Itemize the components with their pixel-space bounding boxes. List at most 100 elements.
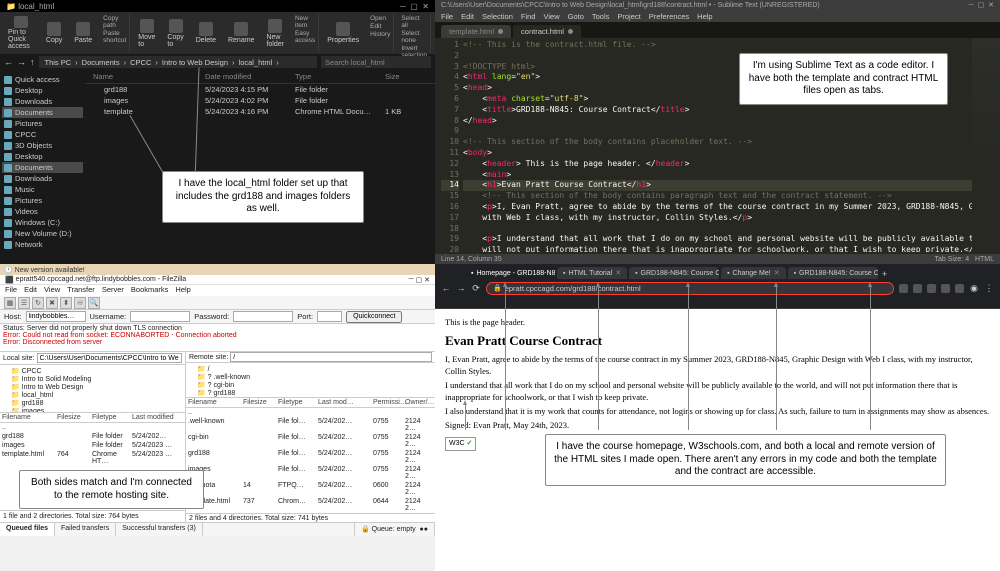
maximize-button[interactable]: ▢ <box>416 276 423 284</box>
column-size[interactable]: Size <box>385 72 425 81</box>
tab-size[interactable]: Tab Size: 4 <box>934 256 969 263</box>
sidebar-item[interactable]: New Volume (D:) <box>2 228 83 239</box>
local-tree[interactable]: 📁 CPCC📁 Intro to Solid Modeling📁 Intro t… <box>0 365 185 413</box>
menu-button[interactable]: ⋮ <box>984 283 994 293</box>
browser-tab[interactable]: ▪GRD188-N845: Course Co…✕ <box>788 267 878 279</box>
tree-item[interactable]: 📁 CPCC <box>3 367 182 375</box>
column-header[interactable]: Filetype <box>276 398 316 407</box>
extension-icon[interactable] <box>955 284 964 293</box>
extension-icon[interactable] <box>927 284 936 293</box>
breadcrumb-item[interactable]: Intro to Web Design <box>160 58 230 67</box>
menu-item[interactable]: View <box>543 12 559 21</box>
tree-item[interactable]: 📁 grd188 <box>3 399 182 407</box>
browser-tab[interactable]: ▪HTML Tutorial✕ <box>557 267 627 279</box>
properties-button[interactable]: Properties <box>323 14 363 52</box>
w3c-validator-badge[interactable]: W3C ✓ <box>445 437 476 451</box>
minimize-button[interactable]: ─ <box>400 2 406 11</box>
address-bar[interactable]: 🔒epratt.cpccagd.com/grd188/contract.html <box>486 282 894 295</box>
queue-tab[interactable]: Successful transfers (3) <box>116 523 203 536</box>
column-header[interactable]: Filesize <box>55 413 90 422</box>
menu-item[interactable]: Help <box>697 12 712 21</box>
sidebar-item[interactable]: Network <box>2 239 83 250</box>
editor-tab[interactable]: contract.html <box>513 25 581 38</box>
new-tab-button[interactable]: + <box>880 269 890 279</box>
sidebar-item[interactable]: Documents <box>2 107 83 118</box>
history-button[interactable]: History <box>370 31 390 38</box>
sidebar-item[interactable]: CPCC <box>2 129 83 140</box>
column-name[interactable]: Name <box>85 72 205 81</box>
menu-item[interactable]: Server <box>102 285 124 296</box>
delete-button[interactable]: Delete <box>192 14 220 52</box>
file-row[interactable]: .. <box>0 423 185 432</box>
file-row[interactable]: .. <box>186 408 435 417</box>
menu-item[interactable]: Project <box>617 12 640 21</box>
file-row[interactable]: cgi-binFile fol…5/24/202…07552124 2… <box>186 433 435 449</box>
forward-button[interactable]: → <box>17 57 26 67</box>
column-header[interactable]: Owner/… <box>403 398 435 407</box>
file-row[interactable]: .well-knownFile fol…5/24/202…07552124 2… <box>186 417 435 433</box>
column-header[interactable]: Last modified <box>130 413 185 422</box>
sidebar-item[interactable]: Quick access <box>2 74 83 85</box>
menu-item[interactable]: View <box>44 285 60 296</box>
toolbar-button[interactable]: ☰ <box>18 297 30 309</box>
file-row[interactable]: template5/24/2023 4:16 PMChrome HTML Doc… <box>85 106 435 117</box>
toolbar-button[interactable]: ⬍ <box>60 297 72 309</box>
host-input[interactable] <box>26 311 86 322</box>
queue-tab[interactable]: Queued files <box>0 523 55 536</box>
extension-icon[interactable] <box>913 284 922 293</box>
minimap[interactable] <box>972 38 1000 254</box>
menu-item[interactable]: Edit <box>24 285 37 296</box>
breadcrumb-item[interactable]: Documents <box>80 58 122 67</box>
sidebar-item[interactable]: Downloads <box>2 96 83 107</box>
column-header[interactable]: Filename <box>186 398 241 407</box>
menu-item[interactable]: Preferences <box>649 12 689 21</box>
copy-path-button[interactable]: Copy path <box>103 15 126 29</box>
close-tab-icon[interactable] <box>568 29 573 34</box>
column-header[interactable]: Filename <box>0 413 55 422</box>
maximize-button[interactable]: ▢ <box>410 2 418 11</box>
column-header[interactable]: Last mod… <box>316 398 371 407</box>
column-date[interactable]: Date modified <box>205 72 295 81</box>
paste-shortcut-button[interactable]: Paste shortcut <box>103 30 126 44</box>
site-manager-button[interactable]: ▦ <box>4 297 16 309</box>
close-tab-icon[interactable]: ✕ <box>615 269 621 277</box>
forward-button[interactable]: → <box>456 283 466 293</box>
tree-item[interactable]: 📁 Intro to Solid Modeling <box>3 375 182 383</box>
sidebar-item[interactable]: Desktop <box>2 151 83 162</box>
breadcrumb-item[interactable]: This PC <box>43 58 74 67</box>
sidebar-item[interactable]: Documents <box>2 162 83 173</box>
quickconnect-button[interactable]: Quickconnect <box>346 311 402 323</box>
sidebar-item[interactable]: Videos <box>2 206 83 217</box>
menu-item[interactable]: Bookmarks <box>131 285 169 296</box>
move-to-button[interactable]: Move to <box>134 14 159 52</box>
copy-button[interactable]: Copy <box>42 14 66 52</box>
browser-tab[interactable]: ▪Change Me!✕ <box>721 267 786 279</box>
rename-button[interactable]: Rename <box>224 14 258 52</box>
sidebar-item[interactable]: Pictures <box>2 195 83 206</box>
minimize-button[interactable]: ─ <box>969 2 974 9</box>
close-tab-icon[interactable]: ✕ <box>774 269 780 277</box>
minimize-button[interactable]: ─ <box>409 276 414 283</box>
edit-button[interactable]: Edit <box>370 23 390 30</box>
password-input[interactable] <box>233 311 293 322</box>
column-header[interactable]: Permissi… <box>371 398 403 407</box>
sidebar-item[interactable]: Downloads <box>2 173 83 184</box>
file-row[interactable]: .ftpquota14FTPQ…5/24/202…06002124 2… <box>186 481 435 497</box>
column-header[interactable]: Filesize <box>241 398 276 407</box>
remote-site-input[interactable] <box>230 352 432 362</box>
editor-tab[interactable]: template.html <box>441 25 511 38</box>
browser-tab[interactable]: ▪GRD188-N845: Course Co…✕ <box>629 267 719 279</box>
sidebar-item[interactable]: Windows (C:) <box>2 217 83 228</box>
remote-file-list[interactable]: FilenameFilesizeFiletypeLast mod…Permiss… <box>186 398 435 513</box>
queue-tab[interactable]: Failed transfers <box>55 523 116 536</box>
breadcrumb[interactable]: This PC › Documents › CPCC › Intro to We… <box>39 56 318 68</box>
menu-item[interactable]: File <box>441 12 453 21</box>
sidebar-item[interactable]: Pictures <box>2 118 83 129</box>
menu-item[interactable]: Selection <box>482 12 513 21</box>
file-row[interactable]: grd188File folder5/24/202… <box>0 432 185 441</box>
toolbar-button[interactable]: ♾ <box>74 297 86 309</box>
select-none-button[interactable]: Select none <box>401 30 427 44</box>
new-item-button[interactable]: New item <box>295 15 315 29</box>
up-button[interactable]: ↑ <box>30 57 35 67</box>
menu-item[interactable]: Transfer <box>67 285 95 296</box>
